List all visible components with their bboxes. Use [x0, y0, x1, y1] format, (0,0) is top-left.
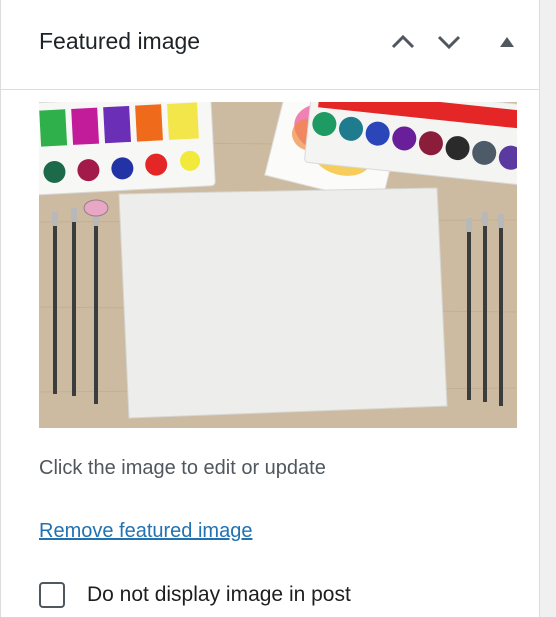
triangle-up-icon: [500, 37, 514, 47]
hide-image-option: Do not display image in post: [39, 582, 351, 608]
chevron-up-icon: [391, 34, 415, 49]
right-gutter: [540, 0, 556, 617]
move-up-button[interactable]: [381, 20, 425, 64]
chevron-down-icon: [437, 35, 461, 50]
featured-image-artwork: [39, 102, 517, 428]
blank-paper: [118, 187, 448, 419]
featured-image[interactable]: [39, 102, 517, 428]
panel-title: Featured image: [39, 28, 201, 54]
panel-header: Featured image: [1, 0, 541, 90]
screen: Featured image Click the image to edit o…: [0, 0, 556, 617]
move-down-button[interactable]: [427, 20, 471, 64]
remove-featured-image-link[interactable]: Remove featured image: [39, 520, 252, 543]
edit-image-hint: Click the image to edit or update: [39, 457, 326, 479]
hide-image-checkbox-label[interactable]: Do not display image in post: [87, 583, 351, 607]
left-palette: [39, 102, 216, 196]
toggle-panel-button[interactable]: [487, 20, 527, 64]
featured-image-panel: Featured image Click the image to edit o…: [0, 0, 541, 617]
hide-image-checkbox[interactable]: [39, 582, 65, 608]
